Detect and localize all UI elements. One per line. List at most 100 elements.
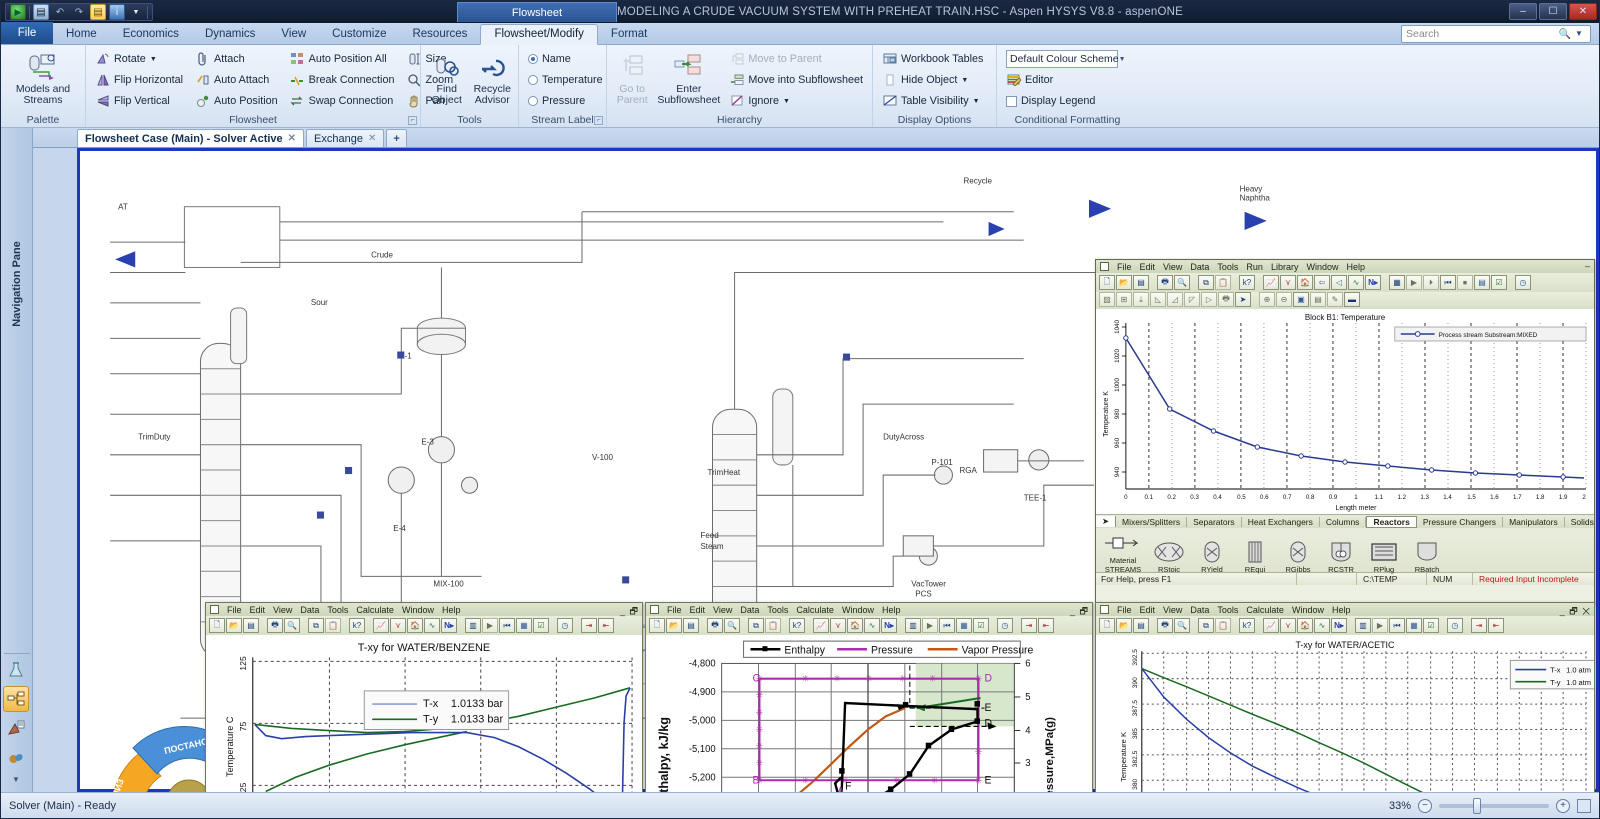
new-icon[interactable]: 🗋 bbox=[649, 618, 665, 633]
palette-item-rplug[interactable]: RPlug bbox=[1364, 539, 1404, 574]
plot-wizard-icon[interactable]: 📈 bbox=[1263, 275, 1279, 290]
move-into-subflowsheet-button[interactable]: Move into Subflowsheet bbox=[726, 70, 866, 90]
palette-tab-pressure-changers[interactable]: Pressure Changers bbox=[1417, 517, 1503, 527]
menu-view[interactable]: View bbox=[1163, 262, 1182, 272]
paste-icon[interactable]: 📋 bbox=[1215, 275, 1231, 290]
menu-file[interactable]: File bbox=[667, 605, 682, 615]
stream-label-name-radio[interactable]: Name bbox=[525, 49, 606, 69]
snap-icon[interactable]: ⤓ bbox=[1133, 292, 1149, 307]
menu-help[interactable]: Help bbox=[442, 605, 461, 615]
auto-attach-button[interactable]: Auto Attach bbox=[192, 70, 281, 90]
curve-icon[interactable]: ∿ bbox=[1314, 618, 1330, 633]
save-icon[interactable]: ▤ bbox=[1133, 275, 1149, 290]
table-icon[interactable]: ▦ bbox=[1389, 275, 1405, 290]
home-icon[interactable]: 🏠 bbox=[407, 618, 423, 633]
print-icon[interactable]: 🖶 bbox=[1157, 618, 1173, 633]
doc-tab-flowsheet-case[interactable]: Flowsheet Case (Main) - Solver Active ✕ bbox=[77, 129, 304, 147]
zoom-region-icon[interactable]: ▣ bbox=[1293, 292, 1309, 307]
palette-item-rstoic[interactable]: RStoic bbox=[1149, 539, 1189, 574]
reinitialize-icon[interactable]: ⏮ bbox=[939, 618, 955, 633]
tab-economics[interactable]: Economics bbox=[110, 25, 192, 44]
break-connection-button[interactable]: Break Connection bbox=[287, 70, 398, 90]
help-cursor-icon[interactable]: k? bbox=[789, 618, 805, 633]
menu-edit[interactable]: Edit bbox=[1140, 262, 1156, 272]
tab-resources[interactable]: Resources bbox=[399, 25, 480, 44]
next-plot-icon[interactable]: ⇤ bbox=[1038, 618, 1054, 633]
tab-home[interactable]: Home bbox=[53, 25, 110, 44]
next-icon[interactable]: N▸ bbox=[881, 618, 897, 633]
prev-plot-icon[interactable]: ⇥ bbox=[1471, 618, 1487, 633]
tab-dynamics[interactable]: Dynamics bbox=[192, 25, 268, 44]
align-grid-icon[interactable]: ⊞ bbox=[1116, 292, 1132, 307]
menu-run[interactable]: Run bbox=[1246, 262, 1263, 272]
open-icon[interactable]: 📂 bbox=[1116, 275, 1132, 290]
print-preview-icon[interactable]: 🔍 bbox=[284, 618, 300, 633]
print-preview-icon[interactable]: 🔍 bbox=[1174, 618, 1190, 633]
run-icon[interactable]: ▶ bbox=[10, 4, 26, 20]
menu-calculate[interactable]: Calculate bbox=[1246, 605, 1284, 615]
print-icon[interactable]: 🖶 bbox=[267, 618, 283, 633]
palette-select-arrow-icon[interactable]: ➤ bbox=[1096, 516, 1116, 527]
grid-icon[interactable]: ▨ bbox=[1099, 292, 1115, 307]
stream-results-icon[interactable]: ⋎ bbox=[830, 618, 846, 633]
menu-calculate[interactable]: Calculate bbox=[356, 605, 394, 615]
save-icon[interactable]: ▤ bbox=[683, 618, 699, 633]
workbook-tables-button[interactable]: Workbook Tables bbox=[879, 49, 986, 69]
palette-item-rbatch[interactable]: RBatch bbox=[1407, 539, 1447, 574]
move-to-parent-button[interactable]: Move to Parent bbox=[726, 49, 866, 69]
home-icon[interactable]: 🏠 bbox=[1297, 618, 1313, 633]
find-object-button[interactable]: Find Object bbox=[427, 49, 467, 106]
menu-window[interactable]: Window bbox=[842, 605, 874, 615]
clock-icon[interactable]: ◷ bbox=[1515, 275, 1531, 290]
doc-tab-exchange[interactable]: Exchange ✕ bbox=[306, 129, 384, 147]
next-plot-icon[interactable]: ⇤ bbox=[1488, 618, 1504, 633]
menu-edit[interactable]: Edit bbox=[690, 605, 706, 615]
zoom-out-icon[interactable]: − bbox=[1418, 799, 1432, 813]
save-icon[interactable]: ▤ bbox=[33, 4, 49, 20]
help-cursor-icon[interactable]: k? bbox=[349, 618, 365, 633]
annotate-icon[interactable]: ✎ bbox=[1327, 292, 1343, 307]
clock-icon[interactable]: ◷ bbox=[1447, 618, 1463, 633]
copy-icon[interactable]: ⧉ bbox=[748, 618, 764, 633]
menu-file[interactable]: File bbox=[227, 605, 242, 615]
rotate-button[interactable]: Rotate▼ bbox=[92, 49, 186, 69]
check-icon[interactable]: ☑ bbox=[973, 618, 989, 633]
home-icon[interactable]: 🏠 bbox=[847, 618, 863, 633]
reinitialize-icon[interactable]: ⏮ bbox=[499, 618, 515, 633]
recycle-advisor-button[interactable]: Recycle Advisor bbox=[473, 49, 513, 106]
palette-item-rgibbs[interactable]: RGibbs bbox=[1278, 539, 1318, 574]
properties-icon[interactable]: ▦ bbox=[516, 618, 532, 633]
display-legend-checkbox[interactable]: Display Legend bbox=[1003, 91, 1121, 111]
paste-icon[interactable]: 📋 bbox=[1215, 618, 1231, 633]
stream-label-temperature-radio[interactable]: Temperature bbox=[525, 70, 606, 90]
minimize-button[interactable]: – bbox=[1509, 3, 1537, 20]
flip-horizontal-button[interactable]: Flip Horizontal bbox=[92, 70, 186, 90]
models-and-streams-button[interactable]: Models and Streams bbox=[7, 49, 79, 106]
quick-access-toolbar[interactable]: ▶ ▤ ↶ ↷ ▤ i ▼ bbox=[5, 3, 153, 21]
enter-subflowsheet-button[interactable]: Enter Subflowsheet bbox=[657, 49, 720, 111]
stream-results-icon[interactable]: ⋎ bbox=[1280, 618, 1296, 633]
window-control-buttons[interactable]: _ 🗗 bbox=[1070, 604, 1089, 620]
flowsheet-dialog-launcher[interactable]: ⌐ bbox=[408, 116, 417, 125]
minimize-button[interactable]: – bbox=[1585, 261, 1591, 271]
stop-icon[interactable]: ⏹ bbox=[1457, 275, 1473, 290]
menu-edit[interactable]: Edit bbox=[1140, 605, 1156, 615]
palette-tab-solids[interactable]: Solids bbox=[1565, 517, 1599, 527]
palette-item-ryield[interactable]: RYield bbox=[1192, 539, 1232, 574]
tab-view[interactable]: View bbox=[268, 25, 319, 44]
redo-icon[interactable]: ↷ bbox=[71, 4, 87, 20]
window-controls[interactable]: – ☐ ✕ bbox=[1509, 3, 1597, 20]
auto-position-all-button[interactable]: Auto Position All bbox=[287, 49, 398, 69]
print-icon[interactable]: 🖶 bbox=[1157, 275, 1173, 290]
step-icon[interactable]: ⏵ bbox=[1423, 275, 1439, 290]
paste-icon[interactable]: 📋 bbox=[765, 618, 781, 633]
window-control-buttons[interactable]: _ 🗗 bbox=[620, 604, 639, 620]
block-b1-temperature-chart[interactable]: Block B1: Temperature bbox=[1096, 309, 1594, 514]
copy-icon[interactable]: ⧉ bbox=[308, 618, 324, 633]
prev-plot-icon[interactable]: ⇥ bbox=[581, 618, 597, 633]
run-icon[interactable]: ▶ bbox=[922, 618, 938, 633]
menu-window[interactable]: Window bbox=[1306, 262, 1338, 272]
enth-toolbar[interactable]: 🗋 📂 ▤ 🖶 🔍 ⧉ 📋 k? 📈 ⋎ 🏠 ∿ N▸ bbox=[646, 616, 1092, 635]
economics-icon[interactable] bbox=[3, 715, 29, 741]
model-palette-tabs[interactable]: ➤ Mixers/Splitters Separators Heat Excha… bbox=[1096, 515, 1594, 528]
